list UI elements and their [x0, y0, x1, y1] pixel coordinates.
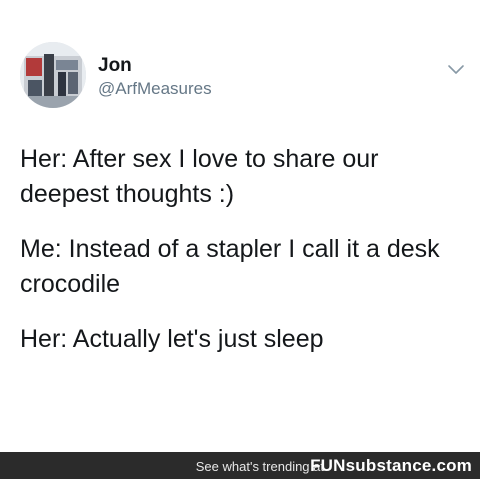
avatar[interactable] — [20, 42, 86, 108]
tweet-header: Jon @ArfMeasures — [20, 42, 465, 112]
tweet-paragraph: Her: Actually let's just sleep — [20, 325, 324, 353]
display-name[interactable]: Jon — [98, 55, 212, 77]
tweet-card: Jon @ArfMeasures Her: After sex I love t… — [0, 0, 480, 452]
author-names: Jon @ArfMeasures — [98, 55, 212, 101]
site-logo-text[interactable]: FUNsubstance.com — [310, 456, 472, 476]
avatar-image — [20, 42, 86, 108]
user-handle[interactable]: @ArfMeasures — [98, 77, 212, 101]
tweet-paragraph: Her: After sex I love to share our deepe… — [20, 145, 379, 208]
tweet-paragraph: Me: Instead of a stapler I call it a des… — [20, 235, 440, 298]
tweet-text: Her: After sex I love to share our deepe… — [20, 142, 465, 377]
trending-text: See what's trending at — [195, 459, 324, 474]
chevron-down-icon[interactable] — [447, 64, 465, 76]
watermark-banner: See what's trending at FUNsubstance.com — [0, 452, 480, 479]
